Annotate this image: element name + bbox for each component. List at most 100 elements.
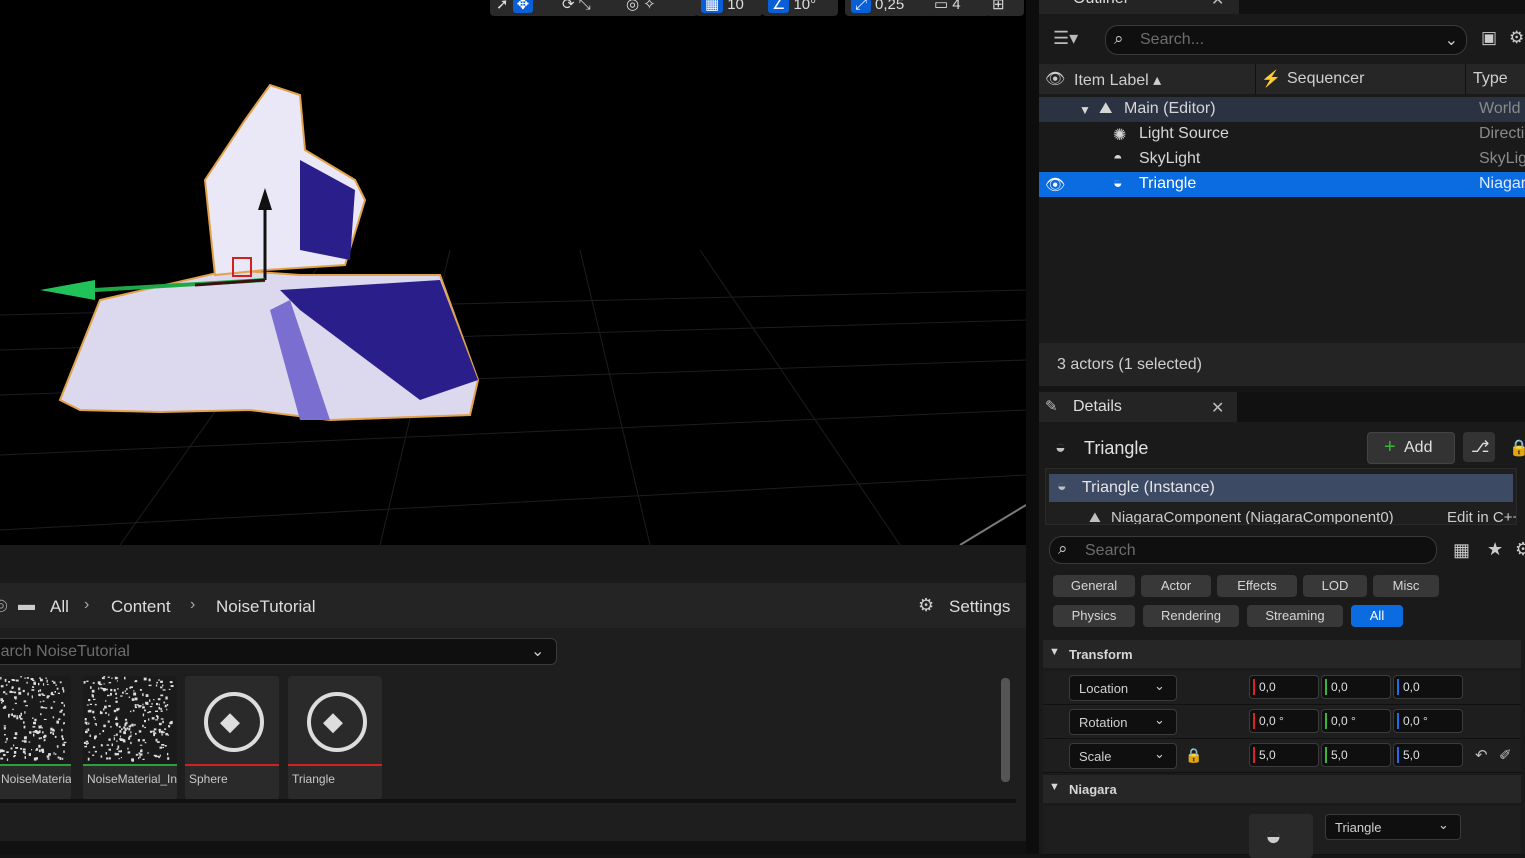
filter-lod[interactable]: LOD: [1303, 575, 1367, 597]
location-z-field[interactable]: 0,0: [1393, 675, 1463, 699]
filter-general[interactable]: General: [1053, 575, 1135, 597]
noise-dot: [134, 697, 138, 701]
niagara-asset-dropdown[interactable]: Triangle ⌄: [1325, 814, 1461, 840]
filter-physics[interactable]: Physics: [1053, 605, 1135, 627]
column-item-label[interactable]: Item Label ▴: [1074, 70, 1161, 90]
coordinate-tools[interactable]: ◎ ✧: [620, 0, 698, 16]
component-row-niagara[interactable]: ⛰ NiagaraComponent (NiagaraComponent0) E…: [1049, 505, 1516, 524]
noise-dot: [162, 689, 166, 691]
column-type[interactable]: Type: [1473, 70, 1508, 88]
scale-z-field[interactable]: 5,0: [1393, 743, 1463, 767]
location-x-field[interactable]: 0,0: [1249, 675, 1319, 699]
history-icon[interactable]: ◎: [0, 595, 8, 615]
noise-dot: [0, 676, 2, 680]
rotation-x-field[interactable]: 0,0 °: [1249, 709, 1319, 733]
asset-tile-noisematerial-02[interactable]: NoiseMaterial_Inst_02: [83, 676, 177, 800]
niagara-section-header[interactable]: ▼ Niagara: [1043, 775, 1521, 803]
triangle-niagara-effect: [58, 83, 480, 422]
favorite-star-icon[interactable]: ★: [1487, 539, 1503, 560]
content-scrollbar[interactable]: [1001, 678, 1010, 782]
rotation-dropdown[interactable]: Rotation ⌄: [1069, 709, 1177, 735]
scale-snap-toggle[interactable]: ⤢ 0,25: [845, 0, 933, 16]
close-icon[interactable]: ✕: [1211, 0, 1224, 10]
panel-splitter[interactable]: [1026, 0, 1039, 854]
visibility-eye-icon[interactable]: 👁: [1045, 175, 1065, 195]
component-row-instance[interactable]: ◒ Triangle (Instance): [1049, 474, 1513, 502]
visibility-column-icon[interactable]: 👁: [1045, 69, 1065, 89]
select-icon[interactable]: ➚: [496, 0, 509, 13]
chevron-down-icon[interactable]: ⌄: [531, 641, 544, 661]
rotation-z-field[interactable]: 0,0 °: [1393, 709, 1463, 733]
chevron-down-icon[interactable]: ⌄: [1445, 30, 1458, 50]
filter-effects[interactable]: Effects: [1217, 575, 1297, 597]
translate-icon[interactable]: ✥: [512, 0, 534, 13]
asset-tile-sphere[interactable]: ◆ Sphere: [185, 676, 279, 800]
details-search-input[interactable]: ⌕ Search: [1049, 536, 1437, 564]
breadcrumb-noisetutorial[interactable]: NoiseTutorial: [216, 597, 316, 617]
outliner-tab[interactable]: Outliner ✕: [1039, 0, 1239, 14]
filter-actor[interactable]: Actor: [1141, 575, 1211, 597]
noise-dot: [113, 709, 117, 713]
rotation-snap-toggle[interactable]: ∠ 10°: [762, 0, 838, 16]
level-viewport[interactable]: ➚ ✥ ⟳ ⤡ ◎ ✧ ▦ 10 ∠ 10° ⤢ 0,25 ▭ 4 ⊞: [0, 0, 1026, 545]
content-browser-toolbar: ◎ ▬ All › Content › NoiseTutorial ⚙ Sett…: [0, 583, 1026, 628]
scale-dropdown[interactable]: Scale ⌄: [1069, 743, 1177, 769]
blueprint-button[interactable]: ⎇: [1463, 432, 1495, 462]
settings-icon[interactable]: ⚙: [1515, 539, 1525, 560]
outliner-search-input[interactable]: ⌕ Search... ⌄: [1105, 25, 1467, 55]
add-folder-icon[interactable]: ▣: [1481, 28, 1497, 48]
grid-snap-toggle[interactable]: ▦ 10: [695, 0, 763, 16]
surface-snap-icon[interactable]: ✧: [643, 0, 656, 13]
noise-dot: [162, 720, 164, 724]
filter-all[interactable]: All: [1351, 605, 1403, 627]
rotate-icon[interactable]: ⟳: [562, 0, 575, 13]
noise-dot: [50, 706, 53, 709]
column-sequencer[interactable]: Sequencer: [1287, 70, 1364, 88]
eyedropper-icon[interactable]: ✐: [1499, 746, 1512, 764]
breadcrumb-content[interactable]: Content: [111, 597, 171, 617]
rotation-snap-icon[interactable]: ∠: [768, 0, 790, 13]
scale-snap-icon[interactable]: ⤢: [851, 0, 872, 13]
edit-in-cpp-link[interactable]: Edit in C++: [1447, 509, 1516, 524]
details-tab[interactable]: ✎ Details ✕: [1039, 392, 1237, 422]
lock-icon[interactable]: 🔒: [1185, 747, 1202, 764]
rotate-scale-tools[interactable]: ⟳ ⤡: [556, 0, 626, 16]
location-y-field[interactable]: 0,0: [1321, 675, 1391, 699]
noise-dot: [32, 726, 36, 728]
scale-icon[interactable]: ⤡: [579, 0, 591, 13]
niagara-asset-thumbnail[interactable]: ◒: [1249, 814, 1313, 858]
grid-snap-icon[interactable]: ▦: [701, 0, 724, 13]
outliner-row-main-editor[interactable]: ▼ ⛰ Main (Editor) World: [1039, 97, 1525, 122]
add-component-button[interactable]: + Add: [1367, 432, 1455, 464]
close-icon[interactable]: ✕: [1211, 398, 1224, 418]
scale-y-field[interactable]: 5,0: [1321, 743, 1391, 767]
rotation-y-field[interactable]: 0,0 °: [1321, 709, 1391, 733]
location-dropdown[interactable]: Location ⌄: [1069, 675, 1177, 701]
property-matrix-icon[interactable]: ▦: [1453, 540, 1470, 561]
asset-tile-noisematerial-01[interactable]: NoiseMaterial_Inst_01: [0, 676, 71, 800]
settings-icon[interactable]: ⚙: [1509, 28, 1524, 48]
outliner-row-triangle[interactable]: 👁 ◒ Triangle Niagara: [1039, 172, 1525, 197]
lock-icon[interactable]: 🔒: [1509, 438, 1525, 458]
asset-tile-triangle[interactable]: ◆ Triangle: [288, 676, 382, 800]
outliner-row-light-source[interactable]: ✺ Light Source Directional: [1039, 122, 1525, 147]
scale-x-field[interactable]: 5,0: [1249, 743, 1319, 767]
transform-section-header[interactable]: ▼ Transform: [1043, 640, 1521, 668]
filter-rendering[interactable]: Rendering: [1143, 605, 1239, 627]
content-settings-button[interactable]: Settings: [949, 597, 1010, 617]
camera-speed-button[interactable]: ▭ 4: [928, 0, 990, 16]
noise-dot: [42, 700, 45, 702]
niagara-system-asset-row: ◒ Triangle ⌄: [1043, 806, 1521, 858]
content-search-input[interactable]: Search NoiseTutorial ⌄: [0, 638, 557, 665]
filter-icon[interactable]: ☰▾: [1053, 28, 1078, 49]
breadcrumb-all[interactable]: All: [50, 597, 69, 617]
filter-streaming[interactable]: Streaming: [1247, 605, 1343, 627]
outliner-row-skylight[interactable]: ◓ SkyLight SkyLight: [1039, 147, 1525, 172]
reset-arrow-icon[interactable]: ↶: [1475, 746, 1488, 764]
noise-dot: [22, 748, 26, 750]
expand-arrow-icon[interactable]: ▼: [1079, 103, 1091, 117]
filter-misc[interactable]: Misc: [1373, 575, 1439, 597]
viewport-layout-button[interactable]: ⊞: [986, 0, 1024, 16]
world-space-icon[interactable]: ◎: [626, 0, 639, 13]
settings-icon[interactable]: ⚙: [918, 595, 934, 616]
